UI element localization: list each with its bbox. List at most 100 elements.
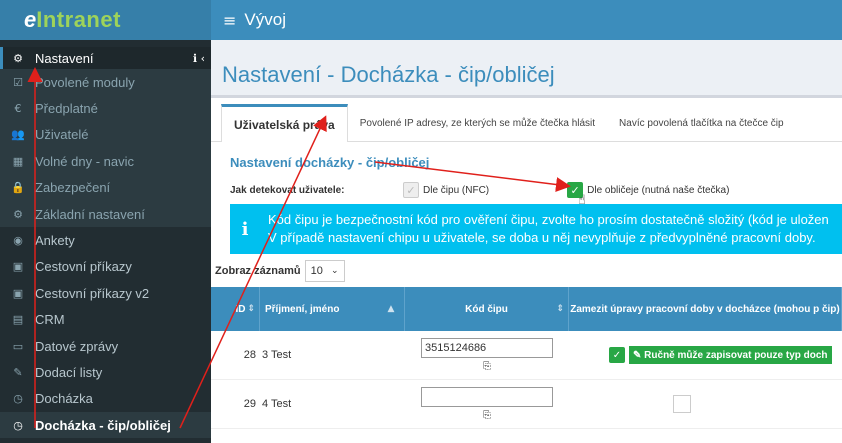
dot-icon: ◉: [13, 234, 23, 248]
column-name-label: Příjmení, jméno: [265, 303, 340, 315]
sidebar-item-povolene-moduly[interactable]: ☑ Povolené moduly: [0, 69, 211, 96]
tab-uzivatelska-prava[interactable]: Uživatelská práva: [221, 104, 348, 142]
top-bar: ≡ Vývoj: [211, 0, 842, 40]
chip-code-input[interactable]: [421, 387, 553, 407]
info-line-2: V případě nastavení chipu u uživatele, s…: [268, 230, 816, 245]
clock-icon: ◷: [13, 418, 23, 432]
table-header: ID ⇕ Příjmení, jméno ▲ Kód čipu ⇕ Zamezit ú…: [211, 287, 842, 331]
cell-name: 3 Test: [262, 349, 292, 361]
manual-entry-label: Ručně může zapisovat pouze typ doch: [644, 349, 828, 361]
checkbox-face[interactable]: ✓: [567, 182, 584, 198]
sidebar-item-label: Nastavení: [35, 50, 94, 66]
users-table: ID ⇕ Příjmení, jméno ▲ Kód čipu ⇕ Zamezit ú…: [211, 287, 842, 429]
lock-icon: 🔒: [11, 181, 25, 195]
page-title: Nastavení - Docházka - čip/obličej: [222, 62, 555, 87]
table-row: 29 4 Test ⎘: [211, 380, 842, 429]
cell-name: 4 Test: [262, 398, 292, 410]
users-icon: 👥: [11, 128, 25, 142]
detect-option-face-label: Dle obličeje (nutná naše čtečka): [587, 184, 730, 196]
check-square-icon: ☑: [13, 75, 23, 89]
sidebar-item-volne-dny[interactable]: ▦ Volné dny - navic: [0, 148, 211, 175]
brand-logo[interactable]: e Intranet: [0, 0, 211, 40]
section-title: Nastavení docházky - čip/obličej: [230, 155, 430, 170]
sidebar-item-label: Cestovní příkazy v2: [35, 285, 150, 301]
cell-code: 3515124686 ⎘: [405, 331, 569, 379]
show-entries-label: Zobraz záznamů: [215, 265, 301, 277]
gears-icon: ⚙: [13, 51, 23, 65]
sidebar-menu: ⚙ Nastavení ℹ ‹ ☑ Povolené moduly € Předpl…: [0, 47, 211, 439]
sort-icon: ⇕: [247, 304, 255, 314]
sort-asc-icon: ▲: [387, 304, 395, 314]
column-name[interactable]: Příjmení, jméno ▲: [260, 287, 405, 331]
copy-icon[interactable]: ⎘: [483, 361, 491, 372]
content-box: Uživatelská práva Povolené IP adresy, ze…: [211, 95, 842, 443]
tab-tlacitka-ctecka[interactable]: Navíc povolená tlačítka na čtečce čip: [607, 105, 796, 141]
header-title: Vývoj: [244, 10, 286, 29]
sidebar-item-nastaveni[interactable]: ⚙ Nastavení ℹ ‹: [0, 47, 211, 69]
calendar-icon: ▦: [12, 154, 24, 168]
sidebar-item-label: Předplatné: [35, 101, 98, 117]
sidebar-item-label: Základní nastavení: [35, 206, 145, 222]
chip-code-input[interactable]: 3515124686: [421, 338, 553, 358]
sort-icon: ⇕: [556, 304, 564, 314]
sidebar-item-dochazka-cip[interactable]: ◷ Docházka - čip/obličej: [0, 412, 211, 439]
sidebar-item-predplatne[interactable]: € Předplatné: [0, 95, 211, 122]
checkbox-chip[interactable]: ✓: [403, 182, 419, 198]
table-row: 28 3 Test 3515124686 ⎘ ✓ ✎ Ručně může za…: [211, 331, 842, 380]
cell-id: 29: [243, 398, 256, 410]
sidebar-item-zakladni-nastaveni[interactable]: ⚙ Základní nastavení: [0, 200, 211, 228]
show-entries-value: 10: [310, 265, 323, 277]
brand-prefix: e: [24, 7, 37, 32]
brand-name: Intranet: [36, 7, 121, 32]
inbox-icon: ▭: [12, 339, 24, 353]
clock-icon: ◷: [13, 392, 23, 406]
sidebar-item-cestovni-prikazy-v2[interactable]: ▣ Cestovní příkazy v2: [0, 280, 211, 306]
checkbox-restrict[interactable]: [673, 395, 691, 413]
column-id[interactable]: ID ⇕: [211, 287, 260, 331]
sidebar-item-label: Ankety: [35, 233, 75, 249]
show-entries-select[interactable]: 10 ⌄: [304, 260, 345, 282]
sidebar-item-crm[interactable]: ▤ CRM: [0, 307, 211, 333]
sidebar-item-uzivatele[interactable]: 👥 Uživatelé: [0, 121, 211, 149]
column-code-label: Kód čipu: [465, 303, 508, 315]
cell-code: ⎘: [405, 380, 569, 428]
column-restrict[interactable]: Zamezit úpravy pracovní doby v docházce …: [569, 287, 842, 331]
sidebar-item-dodaci-listy[interactable]: ✎ Dodací listy: [0, 359, 211, 385]
column-id-label: ID: [235, 303, 246, 315]
detect-option-chip[interactable]: ✓ Dle čipu (NFC): [403, 182, 489, 198]
sidebar-item-zabezpeceni[interactable]: 🔒 Zabezpečení: [0, 174, 211, 201]
detect-label: Jak detekovat uživatele:: [230, 184, 345, 196]
tab-bar: Uživatelská práva Povolené IP adresy, ze…: [211, 98, 842, 142]
car-icon: ▣: [12, 286, 24, 300]
cell-restrict: ✓ ✎ Ručně může zapisovat pouze typ doch: [569, 331, 842, 379]
gears-icon: ⚙: [13, 207, 23, 221]
info-chevron-icon: ℹ ‹: [192, 51, 205, 65]
menu-toggle-icon[interactable]: ≡: [223, 11, 236, 30]
sidebar-item-datove-zpravy[interactable]: ▭ Datové zprávy: [0, 333, 211, 359]
sidebar: e Intranet ⚙ Nastavení ℹ ‹ ☑ Povolené modu…: [0, 0, 211, 443]
info-callout: i Kód čipu je bezpečnostní kód pro ověře…: [230, 204, 842, 254]
sidebar-item-label: Dodací listy: [35, 364, 103, 380]
chevron-down-icon: ⌄: [331, 266, 339, 276]
checkbox-restrict[interactable]: ✓: [609, 347, 625, 363]
cell-restrict: [569, 380, 842, 428]
sidebar-item-dochazka[interactable]: ◷ Docházka: [0, 386, 211, 412]
sidebar-item-label: Cestovní příkazy: [35, 259, 132, 275]
column-code[interactable]: Kód čipu ⇕: [405, 287, 569, 331]
pencil-icon: ✎: [633, 349, 645, 361]
detect-option-face[interactable]: ✓ Dle obličeje (nutná naše čtečka): [567, 182, 729, 198]
sidebar-item-ankety[interactable]: ◉ Ankety: [0, 227, 211, 253]
sidebar-item-cestovni-prikazy[interactable]: ▣ Cestovní příkazy: [0, 254, 211, 280]
detect-option-chip-label: Dle čipu (NFC): [423, 184, 490, 196]
copy-icon[interactable]: ⎘: [483, 410, 491, 421]
column-restrict-label: Zamezit úpravy pracovní doby v docházce …: [570, 303, 840, 315]
sidebar-item-label: Uživatelé: [35, 127, 89, 143]
sidebar-item-label: Datové zprávy: [35, 338, 119, 354]
manual-entry-button[interactable]: ✎ Ručně může zapisovat pouze typ doch: [629, 346, 832, 364]
euro-icon: €: [14, 102, 22, 116]
sidebar-item-label: Docházka - čip/obličej: [35, 417, 171, 433]
sidebar-item-label: Volné dny - navic: [35, 153, 135, 169]
sidebar-item-label: Povolené moduly: [35, 74, 135, 90]
tab-povolene-ip[interactable]: Povolené IP adresy, ze kterých se může č…: [348, 105, 607, 141]
info-text: Kód čipu je bezpečnostní kód pro ověření…: [260, 211, 829, 247]
